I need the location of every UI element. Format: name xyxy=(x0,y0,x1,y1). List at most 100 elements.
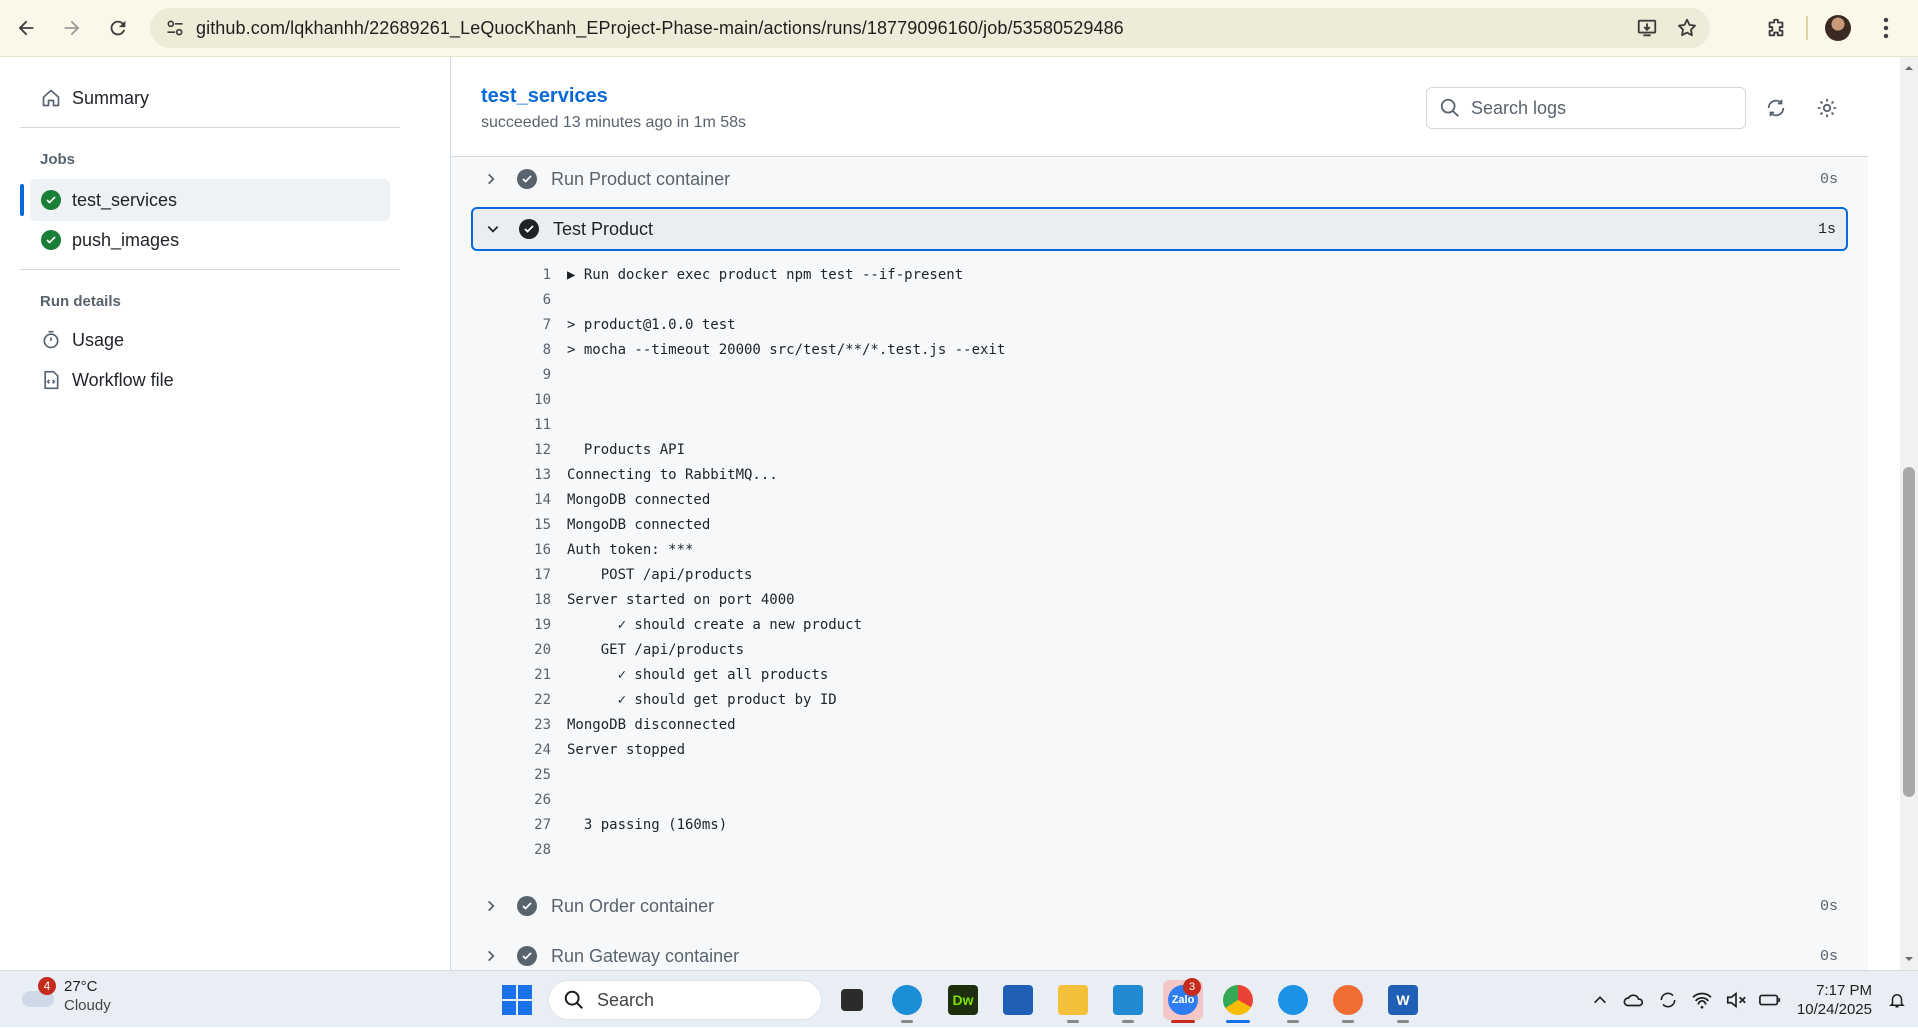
chevron-up-icon[interactable] xyxy=(1587,987,1613,1013)
step-row[interactable]: Run Order container 0s xyxy=(471,884,1848,928)
step-row-expanded[interactable]: Test Product 1s xyxy=(471,207,1848,251)
more-menu-icon[interactable] xyxy=(1868,10,1904,46)
sidebar-job-test-services[interactable]: test_services xyxy=(30,179,390,221)
log-line-number[interactable]: 23 xyxy=(471,717,551,733)
log-line-number[interactable]: 10 xyxy=(471,392,551,408)
profile-avatar[interactable] xyxy=(1820,10,1856,46)
log-line-text: MongoDB disconnected xyxy=(567,716,736,733)
log-line-number[interactable]: 18 xyxy=(471,592,551,608)
check-circle-icon xyxy=(517,946,537,966)
site-info-icon[interactable] xyxy=(160,13,190,43)
install-app-icon[interactable] xyxy=(1632,13,1662,43)
log-line: 25 xyxy=(471,762,1848,787)
vscode-icon[interactable] xyxy=(1108,980,1148,1023)
usage-link[interactable]: Usage xyxy=(30,319,390,361)
job-title[interactable]: test_services xyxy=(481,85,608,108)
home-icon xyxy=(40,87,62,109)
url-text[interactable]: github.com/lqkhanhh/22689261_LeQuocKhanh… xyxy=(196,18,1124,39)
log-line-number[interactable]: 21 xyxy=(471,667,551,683)
log-line-number[interactable]: 20 xyxy=(471,642,551,658)
log-line-number[interactable]: 9 xyxy=(471,367,551,383)
log-line-text: MongoDB connected xyxy=(567,491,711,508)
bookmark-star-icon[interactable] xyxy=(1672,13,1702,43)
battery-icon[interactable] xyxy=(1757,987,1783,1013)
log-line-text: 3 passing (160ms) xyxy=(567,816,728,833)
dreamweaver-icon[interactable]: Dw xyxy=(943,980,983,1020)
start-button[interactable] xyxy=(502,985,532,1015)
log-line-text: ✓ should get product by ID xyxy=(567,691,837,708)
file-explorer-icon[interactable] xyxy=(1053,980,1093,1023)
sync-icon[interactable] xyxy=(1655,987,1681,1013)
log-line: 8 > mocha --timeout 20000 src/test/**/*.t… xyxy=(471,337,1848,362)
summary-link[interactable]: Summary xyxy=(30,77,390,119)
log-line-number[interactable]: 17 xyxy=(471,567,551,583)
step-row[interactable]: Run Product container 0s xyxy=(471,157,1848,201)
task-view-icon[interactable] xyxy=(832,980,872,1020)
log-line: 16 Auth token: *** xyxy=(471,537,1848,562)
log-line: 13 Connecting to RabbitMQ... xyxy=(471,462,1848,487)
log-line-number[interactable]: 27 xyxy=(471,817,551,833)
log-line-number[interactable]: 26 xyxy=(471,792,551,808)
log-line-number[interactable]: 22 xyxy=(471,692,551,708)
page-scrollbar[interactable] xyxy=(1900,57,1918,970)
gear-icon[interactable] xyxy=(1814,95,1840,121)
log-line-number[interactable]: 13 xyxy=(471,467,551,483)
cloud-icon: 4 xyxy=(20,977,56,1011)
sidebar-job-push-images[interactable]: push_images xyxy=(30,219,390,261)
log-line-number[interactable]: 7 xyxy=(471,317,551,333)
log-line-number[interactable]: 19 xyxy=(471,617,551,633)
workflow-file-link[interactable]: Workflow file xyxy=(30,359,390,401)
check-circle-icon xyxy=(40,189,62,211)
extensions-icon[interactable] xyxy=(1758,10,1794,46)
chevron-right-icon[interactable] xyxy=(481,169,501,189)
chevron-right-icon[interactable] xyxy=(481,946,501,966)
refresh-icon[interactable] xyxy=(1763,95,1789,121)
wifi-icon[interactable] xyxy=(1689,987,1715,1013)
onedrive-icon[interactable] xyxy=(1621,987,1647,1013)
job-label: push_images xyxy=(72,229,180,250)
log-line-text: ✓ should get all products xyxy=(567,666,829,683)
search-logs-field[interactable] xyxy=(1426,87,1746,129)
address-bar[interactable]: github.com/lqkhanhh/22689261_LeQuocKhanh… xyxy=(150,8,1710,48)
scroll-thumb[interactable] xyxy=(1903,467,1915,797)
log-line-number[interactable]: 28 xyxy=(471,842,551,858)
reload-icon xyxy=(110,20,126,36)
log-line-number[interactable]: 6 xyxy=(471,292,551,308)
microsoft-store-icon[interactable] xyxy=(998,980,1038,1020)
edge-browser-icon[interactable] xyxy=(887,980,927,1023)
taskbar-search[interactable]: Search xyxy=(548,980,822,1020)
docker-icon[interactable] xyxy=(1273,980,1313,1023)
postman-icon[interactable] xyxy=(1328,980,1368,1023)
chevron-right-icon[interactable] xyxy=(481,896,501,916)
log-line-number[interactable]: 8 xyxy=(471,342,551,358)
step-name: Run Order container xyxy=(551,895,715,916)
scroll-down-arrow-icon[interactable] xyxy=(1904,954,1914,964)
search-logs-input[interactable] xyxy=(1471,97,1731,119)
log-line: 1 ▶ Run docker exec product npm test --if… xyxy=(471,262,1848,287)
log-line-number[interactable]: 25 xyxy=(471,767,551,783)
volume-muted-icon[interactable] xyxy=(1723,987,1749,1013)
weather-widget[interactable]: 4 27°C Cloudy xyxy=(20,977,111,1015)
notification-bell-icon[interactable] xyxy=(1884,987,1910,1013)
log-line-number[interactable]: 16 xyxy=(471,542,551,558)
system-clock[interactable]: 7:17 PM 10/24/2025 xyxy=(1797,981,1872,1019)
chevron-down-icon[interactable] xyxy=(483,219,503,239)
log-line-number[interactable]: 11 xyxy=(471,417,551,433)
log-line: 27 3 passing (160ms) xyxy=(471,812,1848,837)
scroll-up-arrow-icon[interactable] xyxy=(1904,63,1914,73)
chrome-icon[interactable] xyxy=(1218,980,1258,1023)
step-duration: 0s xyxy=(1819,897,1838,915)
log-line-text: ✓ should create a new product xyxy=(567,616,863,633)
log-line-number[interactable]: 15 xyxy=(471,517,551,533)
word-icon[interactable]: W xyxy=(1383,980,1423,1023)
log-line-number[interactable]: 24 xyxy=(471,742,551,758)
browser-toolbar: github.com/lqkhanhh/22689261_LeQuocKhanh… xyxy=(0,0,1918,57)
log-line-number[interactable]: 1 xyxy=(471,267,551,283)
reload-button[interactable] xyxy=(98,8,138,48)
back-button[interactable] xyxy=(6,8,46,48)
arrow-left-icon xyxy=(18,20,34,36)
zalo-icon[interactable]: Zalo 3 xyxy=(1163,978,1203,1023)
forward-button[interactable] xyxy=(52,8,92,48)
log-line-number[interactable]: 12 xyxy=(471,442,551,458)
log-line-number[interactable]: 14 xyxy=(471,492,551,508)
